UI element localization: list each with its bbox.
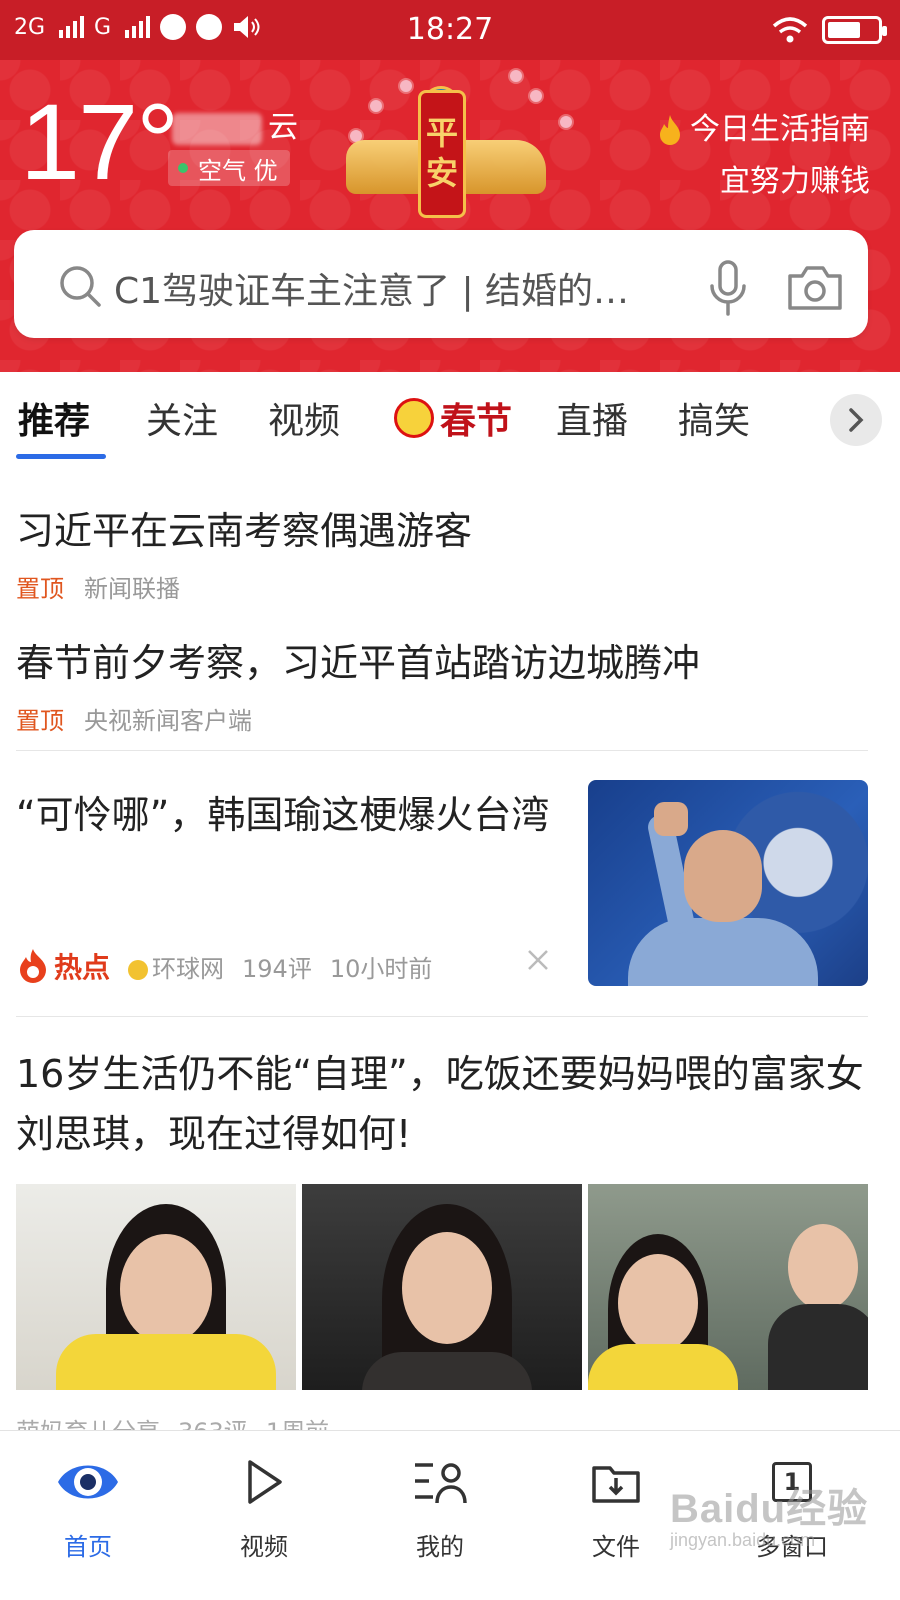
eye-logo-icon	[58, 1465, 118, 1499]
tab-spring-label: 春节	[440, 401, 513, 442]
pinned-article-2[interactable]: 春节前夕考察，习近平首站踏访边城腾冲 置顶 央视新闻客户端	[16, 632, 876, 736]
pinned-article-1[interactable]: 习近平在云南考察偶遇游客 置顶 新闻联播	[16, 500, 876, 604]
publish-time: 10小时前	[329, 954, 433, 983]
more-tabs-button[interactable]	[830, 394, 882, 446]
nav-home[interactable]: 首页	[28, 1451, 148, 1562]
profile-icon	[415, 1463, 467, 1504]
search-bar[interactable]: C1驾驶证车主注意了 | 结婚的…	[14, 230, 868, 338]
guide-subtitle: 宜努力赚钱	[720, 164, 870, 199]
article-title: “可怜哪”，韩国瑜这梗爆火台湾	[16, 793, 550, 837]
tab-follow[interactable]: 关注	[146, 392, 218, 444]
three-image-article[interactable]: 16岁生活仍不能“自理”，吃饭还要妈妈喂的富家女刘思琪，现在过得如何! 萌妈育儿…	[16, 1044, 868, 1447]
article-title: 春节前夕考察，习近平首站踏访边城腾冲	[16, 641, 701, 685]
close-icon[interactable]	[526, 948, 550, 972]
search-icon	[60, 266, 101, 307]
nav-files-label: 文件	[592, 1533, 640, 1561]
baidu-watermark: Baidu经验 jingyan.baidu.com	[670, 1487, 869, 1550]
flame-icon	[660, 115, 680, 145]
chevron-right-icon	[849, 408, 864, 432]
hot-article[interactable]: “可怜哪”，韩国瑜这梗爆火台湾 热点 环球网 194评 10小时前	[16, 780, 868, 988]
hot-badge-label: 热点	[54, 951, 111, 984]
weather-condition: 云	[268, 110, 298, 145]
article-source: 央视新闻客户端	[84, 707, 252, 735]
search-input[interactable]: C1驾驶证车主注意了 | 结婚的…	[114, 262, 674, 314]
article-source: 环球网	[128, 949, 224, 984]
wifi-icon	[772, 17, 808, 43]
daily-guide[interactable]: 今日生活指南 宜努力赚钱	[658, 104, 870, 208]
tab-recommend[interactable]: 推荐	[18, 392, 90, 444]
blurred-location	[172, 112, 262, 145]
air-status-dot	[178, 163, 188, 173]
tab-live[interactable]: 直播	[556, 392, 628, 444]
status-time: 18:27	[406, 12, 494, 47]
air-quality-badge[interactable]: 空气 优	[168, 150, 290, 186]
article-thumbnail	[588, 1184, 868, 1390]
status-right	[772, 16, 887, 44]
camera-icon[interactable]	[786, 262, 844, 312]
pinned-tag: 置顶	[16, 575, 64, 603]
article-thumbnail	[588, 780, 868, 986]
active-tab-indicator	[16, 454, 106, 459]
feed-divider	[16, 1016, 868, 1017]
pinned-tag: 置顶	[16, 707, 64, 735]
comment-count: 194评	[242, 954, 312, 983]
hot-flame-icon	[20, 949, 46, 983]
nav-files[interactable]: 文件	[556, 1451, 676, 1562]
nav-home-label: 首页	[64, 1533, 112, 1561]
channel-tabs: 推荐 关注 视频 春节 直播 搞笑	[0, 372, 900, 466]
article-thumbnail	[302, 1184, 582, 1390]
hot-badge: 热点	[16, 946, 110, 986]
nav-mine-label: 我的	[416, 1533, 464, 1561]
temperature[interactable]: 17°	[20, 88, 179, 196]
article-source: 新闻联播	[84, 575, 180, 603]
article-thumbnail	[16, 1184, 296, 1390]
nav-mine[interactable]: 我的	[380, 1451, 500, 1562]
download-folder-icon	[592, 1466, 640, 1503]
air-quality-label: 空气 优	[198, 156, 278, 185]
battery-icon	[822, 16, 887, 44]
tab-spring-festival[interactable]: 春节	[394, 392, 512, 444]
article-title: 16岁生活仍不能“自理”，吃饭还要妈妈喂的富家女刘思琪，现在过得如何!	[16, 1052, 864, 1156]
verified-icon	[128, 959, 149, 980]
article-image-row	[16, 1184, 868, 1390]
tab-video[interactable]: 视频	[268, 392, 340, 444]
feed-divider	[16, 750, 868, 751]
article-meta: 置顶 央视新闻客户端	[16, 701, 876, 736]
article-meta: 热点 环球网 194评 10小时前	[16, 946, 432, 986]
microphone-icon[interactable]	[704, 260, 752, 316]
article-title: 习近平在云南考察偶遇游客	[16, 509, 473, 553]
status-bar: 2G G 18:27	[0, 0, 900, 60]
nav-video[interactable]: 视频	[204, 1451, 324, 1562]
play-icon	[248, 1460, 282, 1504]
article-meta: 置顶 新闻联播	[16, 569, 876, 604]
ping-an-plaque: 平安	[418, 90, 466, 218]
tab-funny[interactable]: 搞笑	[678, 392, 750, 444]
mouse-mascot-icon	[394, 398, 434, 438]
nav-video-label: 视频	[240, 1533, 288, 1561]
guide-title: 今日生活指南	[690, 112, 870, 147]
weather-description[interactable]: 云	[172, 102, 298, 146]
header-banner: 2G G 18:27 17° 云 空气 优 平安 今日生活指南 宜努力赚钱 C1…	[0, 0, 900, 380]
